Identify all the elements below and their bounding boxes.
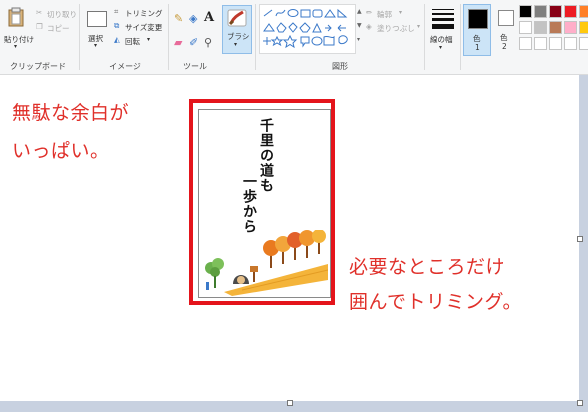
color2-swatch xyxy=(498,10,514,26)
palette-swatch[interactable] xyxy=(534,5,547,18)
separator xyxy=(424,4,425,70)
resize-button[interactable]: ⧉ サイズ変更 xyxy=(114,21,170,32)
eraser-icon[interactable]: ▰ xyxy=(174,36,182,49)
palette-swatch[interactable] xyxy=(534,37,547,50)
annotation-right-line1: 必要なところだけ xyxy=(349,256,506,278)
gallery-scroll-icon[interactable]: ▲ xyxy=(357,8,362,15)
color1-button[interactable]: 色 1 xyxy=(463,4,491,56)
palette-swatch[interactable] xyxy=(549,5,562,18)
chevron-down-icon: ▾ xyxy=(439,44,443,51)
color2-number: 2 xyxy=(502,42,507,51)
brush-icon xyxy=(227,9,247,27)
ribbon: 貼り付け ▾ ✂ 切り取り ❐ コピー クリップボード 選択 ▾ ⌗ トリミング… xyxy=(0,0,588,75)
clipboard-icon xyxy=(8,7,24,27)
color-palette xyxy=(519,5,588,53)
crop-label: トリミング xyxy=(125,9,163,18)
paste-button[interactable]: 貼り付け ▾ xyxy=(2,5,34,53)
copy-button[interactable]: ❐ コピー xyxy=(36,22,82,33)
outline-label: 輪郭 xyxy=(377,10,392,19)
chevron-down-icon: ▾ xyxy=(14,43,18,50)
palette-swatch[interactable] xyxy=(564,37,577,50)
brushes-label: ブラシ xyxy=(227,32,250,41)
copy-label: コピー xyxy=(47,24,70,33)
separator xyxy=(460,4,461,70)
image-group-label: イメージ xyxy=(109,62,141,71)
gallery-scroll-icon[interactable]: ▼ xyxy=(357,22,362,29)
annotation-left-line2: いっぱい。 xyxy=(12,140,110,162)
palette-swatch[interactable] xyxy=(519,5,532,18)
palette-swatch[interactable] xyxy=(534,21,547,34)
separator xyxy=(79,4,80,70)
fill-bucket-icon[interactable]: ◈ xyxy=(189,12,197,25)
crop-button[interactable]: ⌗ トリミング xyxy=(114,7,170,18)
palette-swatch[interactable] xyxy=(564,5,577,18)
line-width-icon xyxy=(432,9,454,29)
resize-icon: ⧉ xyxy=(114,21,120,30)
gallery-more-icon[interactable]: ▾ xyxy=(357,36,360,43)
chevron-down-icon: ▾ xyxy=(399,9,403,16)
chevron-down-icon: ▾ xyxy=(417,23,421,30)
crop-selection-frame xyxy=(189,99,335,305)
color-picker-icon[interactable]: ✐ xyxy=(189,36,198,49)
fill-label: 塗りつぶし xyxy=(377,24,415,33)
rotate-icon: ◭ xyxy=(114,35,120,44)
fill-button[interactable]: ◈ 塗りつぶし ▾ xyxy=(366,22,424,33)
palette-swatch[interactable] xyxy=(519,21,532,34)
clipboard-group-label: クリップボード xyxy=(10,62,66,71)
shapes-gallery[interactable] xyxy=(259,4,356,54)
resize-handle-bottom[interactable] xyxy=(287,400,293,406)
brushes-button[interactable]: ブラシ ▾ xyxy=(222,5,252,54)
shapes-group-label: 図形 xyxy=(332,62,348,71)
fill-icon: ◈ xyxy=(366,22,372,31)
selection-rect-icon xyxy=(87,11,107,27)
color1-number: 1 xyxy=(475,43,480,52)
pencil-icon[interactable]: ✎ xyxy=(174,12,183,25)
rotate-button[interactable]: ◭ 回転 ▾ xyxy=(114,35,170,46)
color2-button[interactable]: 色 2 xyxy=(494,4,518,56)
tools-group-label: ツール xyxy=(183,62,207,71)
resize-label: サイズ変更 xyxy=(125,23,163,32)
select-button[interactable]: 選択 ▾ xyxy=(84,8,110,56)
palette-swatch[interactable] xyxy=(564,21,577,34)
palette-swatch[interactable] xyxy=(519,37,532,50)
paste-label: 貼り付け xyxy=(4,35,34,44)
outline-icon: ✏ xyxy=(366,8,373,17)
chevron-down-icon: ▾ xyxy=(234,41,238,48)
copy-icon: ❐ xyxy=(36,22,43,31)
cut-button[interactable]: ✂ 切り取り xyxy=(36,8,82,19)
magnifier-icon[interactable]: ⚲ xyxy=(204,36,212,49)
outline-button[interactable]: ✏ 輪郭 ▾ xyxy=(366,8,416,19)
palette-swatch[interactable] xyxy=(579,37,588,50)
annotation-left-line1: 無駄な余白が xyxy=(12,102,130,124)
rotate-label: 回転 xyxy=(125,37,140,46)
palette-swatch[interactable] xyxy=(579,5,588,18)
annotation-right-line2: 囲んでトリミング。 xyxy=(349,291,523,313)
crop-icon: ⌗ xyxy=(114,7,119,16)
resize-handle-right[interactable] xyxy=(577,236,583,242)
scissors-icon: ✂ xyxy=(36,8,43,17)
palette-swatch[interactable] xyxy=(579,21,588,34)
chevron-down-icon: ▾ xyxy=(94,42,98,49)
color1-swatch xyxy=(468,9,488,29)
cut-label: 切り取り xyxy=(47,10,77,19)
separator xyxy=(168,4,169,70)
palette-swatch[interactable] xyxy=(549,37,562,50)
text-tool-icon[interactable]: A xyxy=(204,10,214,25)
resize-handle-corner[interactable] xyxy=(577,400,583,406)
palette-swatch[interactable] xyxy=(549,21,562,34)
chevron-down-icon: ▾ xyxy=(147,36,151,43)
size-button[interactable]: 線の幅 ▾ xyxy=(428,6,458,54)
shapes-icon xyxy=(263,8,348,49)
